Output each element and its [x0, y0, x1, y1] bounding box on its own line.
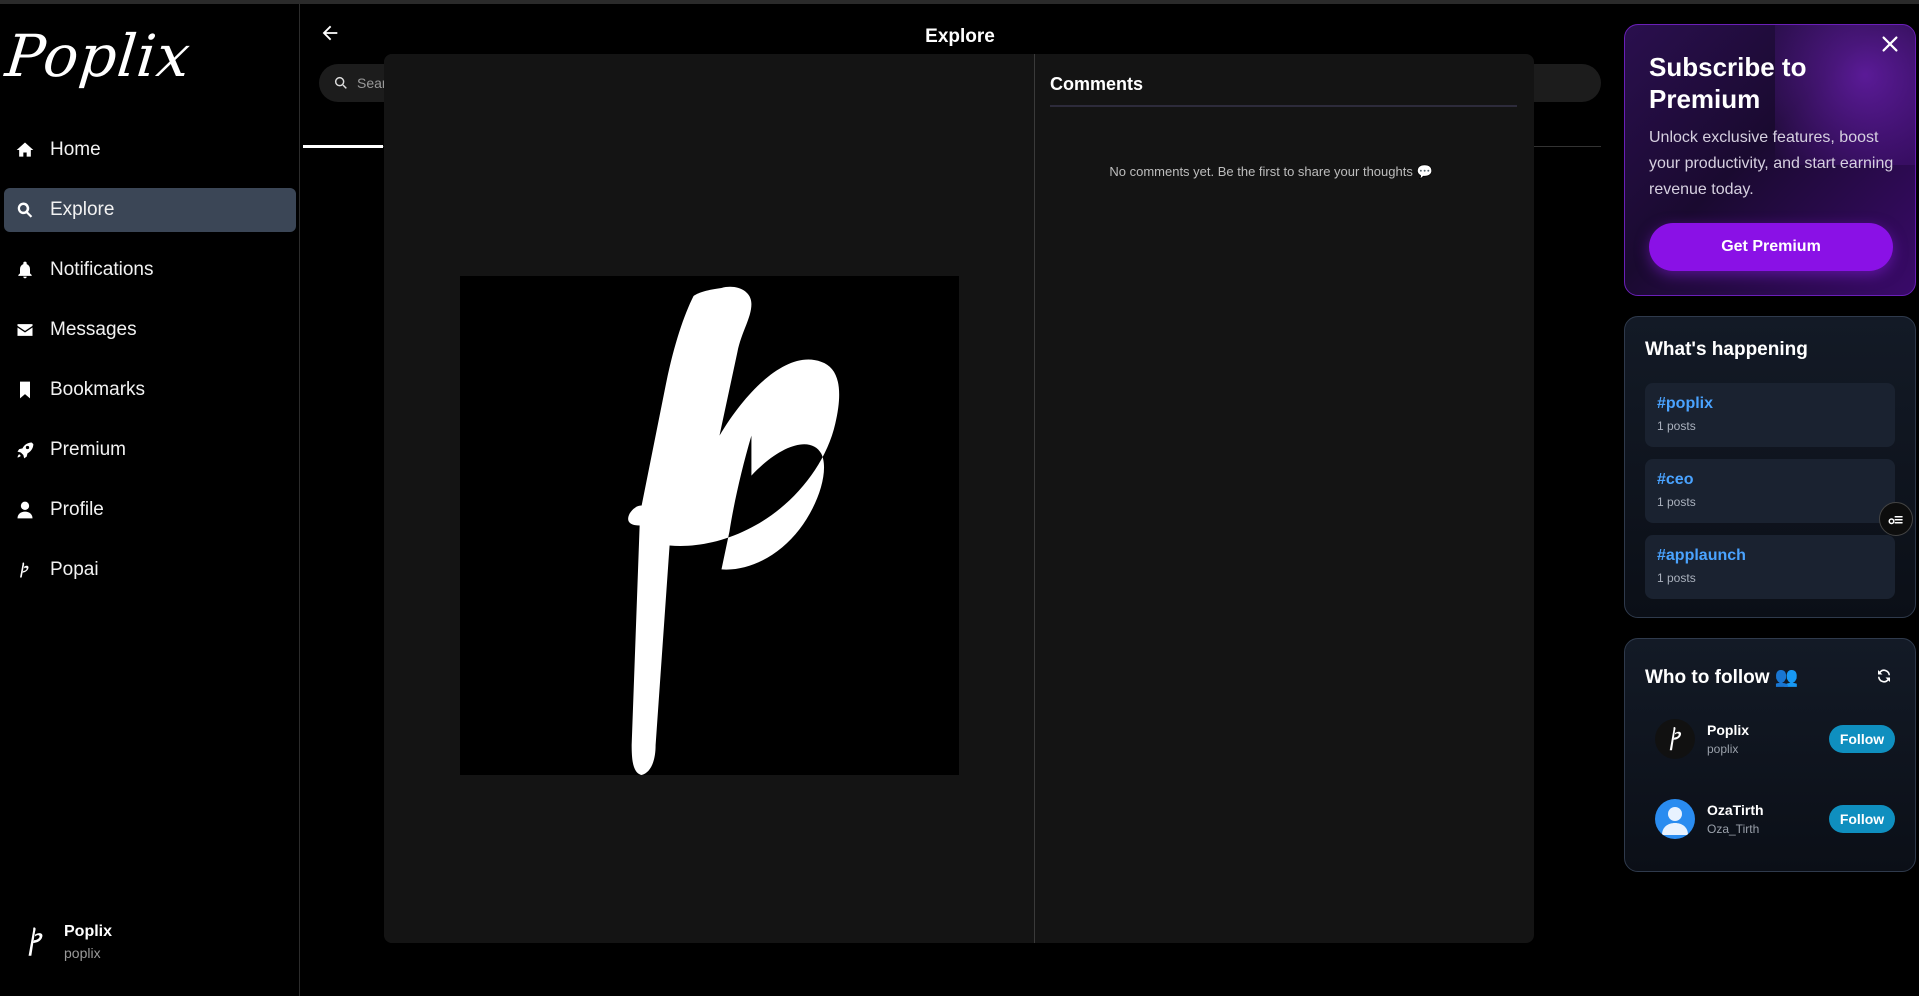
user-avatar	[20, 920, 50, 964]
trend-count: 1 posts	[1657, 571, 1696, 585]
follow-user-name: Poplix	[1707, 722, 1750, 738]
comments-title: Comments	[1050, 74, 1144, 94]
follow-user-name: OzaTirth	[1707, 802, 1764, 818]
envelope-icon	[14, 319, 36, 341]
follow-button[interactable]: Follow	[1829, 805, 1895, 833]
premium-description: Unlock exclusive features, boost your pr…	[1649, 129, 1894, 198]
avatar	[1655, 799, 1695, 839]
popai-logo-icon	[14, 559, 36, 581]
post-modal: Comments No comments yet. Be the first t…	[384, 54, 1534, 943]
trend-tag: #poplix	[1657, 395, 1714, 412]
sidebar-item-popai[interactable]: Popai	[4, 548, 296, 592]
trending-title: What's happening	[1645, 339, 1808, 360]
bell-icon	[14, 259, 36, 281]
user-handle: poplix	[64, 945, 101, 961]
trend-item[interactable]: #applaunch 1 posts	[1645, 535, 1895, 599]
sidebar-item-explore[interactable]: Explore	[4, 188, 296, 232]
user-icon	[14, 499, 36, 521]
sidebar-item-home[interactable]: Home	[4, 128, 296, 172]
media-pane	[384, 54, 1035, 943]
avatar	[1655, 719, 1695, 759]
premium-card: Subscribe to Premium Unlock exclusive fe…	[1624, 24, 1916, 296]
premium-title: Subscribe to Premium	[1649, 52, 1807, 114]
sidebar-item-bookmarks[interactable]: Bookmarks	[4, 368, 296, 412]
sidebar-item-profile[interactable]: Profile	[4, 488, 296, 532]
trending-panel: What's happening #poplix 1 posts #ceo 1 …	[1624, 316, 1916, 618]
search-icon	[14, 199, 36, 221]
poplix-p-logo-image	[628, 286, 840, 775]
trend-tag: #applaunch	[1657, 547, 1746, 564]
home-icon	[14, 139, 36, 161]
tab-active-indicator	[303, 145, 383, 148]
follow-suggestion[interactable]: OzaTirth Oza_Tirth Follow	[1655, 797, 1895, 841]
sidebar-item-label: Bookmarks	[50, 379, 146, 400]
get-premium-button[interactable]: Get Premium	[1649, 223, 1893, 271]
follow-user-handle: Oza_Tirth	[1707, 822, 1760, 836]
who-to-follow-panel: Who to follow 👥 Poplix poplix Follow Oza…	[1624, 638, 1916, 872]
sidebar-item-label: Messages	[50, 319, 137, 340]
user-name: Poplix	[64, 923, 113, 940]
comments-divider	[1050, 105, 1517, 107]
sidebar-item-label: Popai	[50, 559, 99, 580]
comments-pane: Comments No comments yet. Be the first t…	[1036, 54, 1534, 943]
current-user[interactable]: Poplix poplix	[20, 920, 112, 964]
refresh-icon[interactable]	[1875, 667, 1893, 685]
sidebar-nav: Home Explore Notifications Messages Book…	[4, 128, 296, 608]
no-comments-message: No comments yet. Be the first to share y…	[1109, 164, 1433, 179]
bookmark-icon	[14, 379, 36, 401]
post-image[interactable]	[460, 276, 959, 775]
who-to-follow-title: Who to follow 👥	[1645, 667, 1799, 688]
rocket-icon	[14, 439, 36, 461]
filter-toggle-icon[interactable]	[1879, 502, 1913, 536]
sidebar-item-label: Profile	[50, 499, 104, 520]
trend-tag: #ceo	[1657, 471, 1694, 488]
sidebar-item-label: Premium	[50, 439, 127, 460]
search-icon	[334, 76, 347, 89]
sidebar-item-messages[interactable]: Messages	[4, 308, 296, 352]
sidebar-item-label: Home	[50, 139, 101, 160]
follow-suggestion[interactable]: Poplix poplix Follow	[1655, 717, 1895, 761]
sidebar: Poplix Home Explore Notifications Messag…	[0, 4, 300, 996]
trend-count: 1 posts	[1657, 419, 1696, 433]
sidebar-item-label: Notifications	[50, 259, 154, 280]
app-logo[interactable]: Poplix	[2, 22, 194, 90]
sidebar-item-notifications[interactable]: Notifications	[4, 248, 296, 292]
follow-button[interactable]: Follow	[1829, 725, 1895, 753]
sidebar-item-label: Explore	[50, 199, 115, 220]
trend-item[interactable]: #ceo 1 posts	[1645, 459, 1895, 523]
trend-count: 1 posts	[1657, 495, 1696, 509]
sidebar-item-premium[interactable]: Premium	[4, 428, 296, 472]
follow-user-handle: poplix	[1707, 742, 1739, 756]
trend-item[interactable]: #poplix 1 posts	[1645, 383, 1895, 447]
page-title: Explore	[925, 26, 995, 47]
